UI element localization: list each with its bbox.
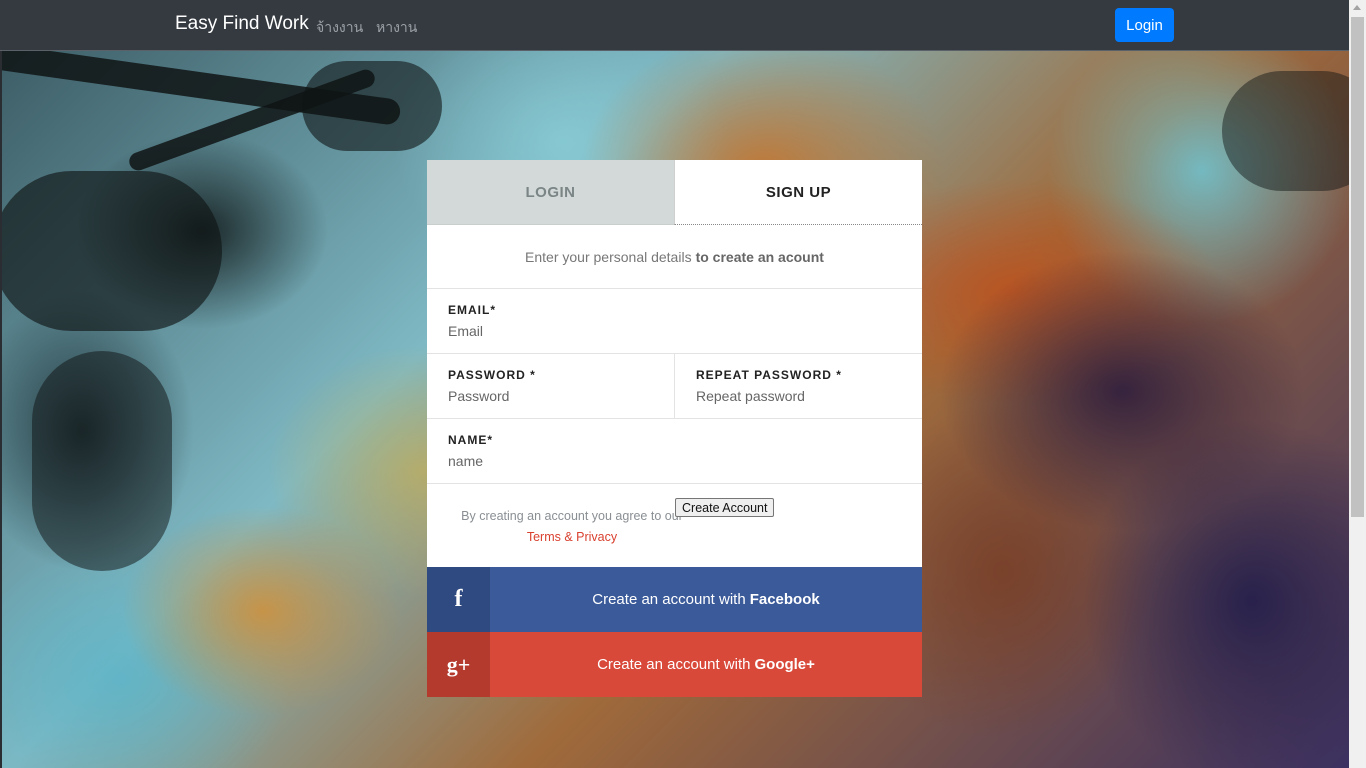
name-field[interactable] xyxy=(448,453,901,469)
name-label: NAME* xyxy=(448,433,494,447)
intro-text: Enter your personal details xyxy=(525,248,692,265)
brand-logo[interactable]: Easy Find Work xyxy=(175,13,309,35)
tab-signup[interactable]: SIGN UP xyxy=(674,160,922,225)
email-label: EMAIL* xyxy=(448,303,496,317)
scroll-thumb[interactable] xyxy=(1351,17,1364,517)
submit-row: By creating an account you agree to our … xyxy=(427,484,922,567)
password-row: PASSWORD * REPEAT PASSWORD * xyxy=(427,354,922,419)
nav-link-find-job[interactable]: หางาน xyxy=(376,17,417,39)
google-signup-label: Create an account with Google+ xyxy=(490,632,922,697)
terms-notice: By creating an account you agree to our … xyxy=(452,506,692,548)
google-signup-button[interactable]: g+ Create an account with Google+ xyxy=(427,632,922,697)
tab-login[interactable]: LOGIN xyxy=(427,160,674,225)
facebook-signup-button[interactable]: f Create an account with Facebook xyxy=(427,567,922,632)
facebook-brand-text: Facebook xyxy=(749,591,820,608)
create-account-button[interactable]: Create Account xyxy=(675,498,775,517)
facebook-signup-label: Create an account with Facebook xyxy=(490,567,922,632)
terms-text: By creating an account you agree to our xyxy=(461,509,683,523)
navbar-login-button[interactable]: Login xyxy=(1115,8,1174,42)
password-field[interactable] xyxy=(448,388,653,404)
intro-bold-text: to create an acount xyxy=(695,248,824,265)
password-field-group: PASSWORD * xyxy=(427,354,674,418)
repeat-password-field[interactable] xyxy=(696,388,901,404)
email-row: EMAIL* xyxy=(427,289,922,354)
signup-intro: Enter your personal details to create an… xyxy=(427,225,922,289)
navbar: Easy Find Work จ้างงาน หางาน Login xyxy=(0,0,1349,51)
page-scrollbar[interactable] xyxy=(1349,0,1366,768)
facebook-signup-text: Create an account with xyxy=(592,591,746,608)
signup-card: LOGIN SIGN UP Enter your personal detail… xyxy=(427,160,922,697)
nav-link-hire[interactable]: จ้างงาน xyxy=(316,17,363,39)
terms-privacy-link[interactable]: Terms & Privacy xyxy=(527,530,617,544)
repeat-password-field-group: REPEAT PASSWORD * xyxy=(674,354,922,418)
repeat-password-label: REPEAT PASSWORD * xyxy=(696,368,842,382)
password-label: PASSWORD * xyxy=(448,368,536,382)
scroll-up-arrow-icon[interactable] xyxy=(1353,5,1361,10)
google-brand-text: Google+ xyxy=(754,656,815,673)
facebook-icon: f xyxy=(427,567,490,632)
name-row: NAME* xyxy=(427,419,922,484)
google-plus-icon: g+ xyxy=(427,632,490,697)
google-signup-text: Create an account with xyxy=(597,656,751,673)
auth-tabs: LOGIN SIGN UP xyxy=(427,160,922,225)
name-field-group: NAME* xyxy=(427,419,922,483)
email-field[interactable] xyxy=(448,323,901,339)
email-field-group: EMAIL* xyxy=(427,289,922,353)
